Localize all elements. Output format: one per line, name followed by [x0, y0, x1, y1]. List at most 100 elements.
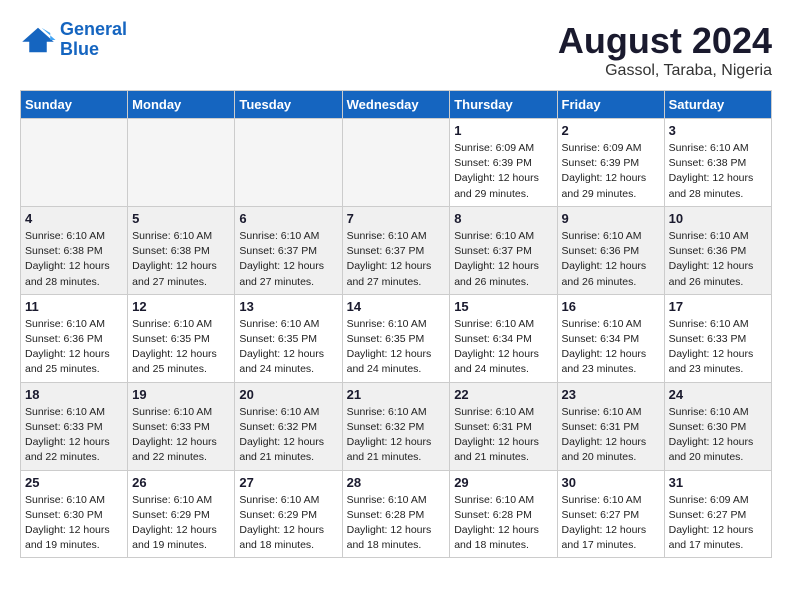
day-number: 2 — [562, 123, 660, 138]
calendar: SundayMondayTuesdayWednesdayThursdayFrid… — [20, 90, 772, 558]
calendar-cell — [21, 119, 128, 207]
day-number: 24 — [669, 387, 767, 402]
calendar-cell: 31 Sunrise: 6:09 AM Sunset: 6:27 PM Dayli… — [664, 470, 771, 558]
day-info: Sunrise: 6:10 AM Sunset: 6:30 PM Dayligh… — [25, 493, 123, 554]
day-number: 18 — [25, 387, 123, 402]
day-info: Sunrise: 6:10 AM Sunset: 6:38 PM Dayligh… — [132, 229, 230, 290]
day-info: Sunrise: 6:10 AM Sunset: 6:35 PM Dayligh… — [239, 317, 337, 378]
calendar-cell: 27Sunrise: 6:10 AM Sunset: 6:29 PM Dayli… — [235, 470, 342, 558]
day-number: 31 — [669, 475, 767, 490]
calendar-cell: 11Sunrise: 6:10 AM Sunset: 6:36 PM Dayli… — [21, 294, 128, 382]
day-info: Sunrise: 6:10 AM Sunset: 6:37 PM Dayligh… — [347, 229, 446, 290]
calendar-cell: 9Sunrise: 6:10 AM Sunset: 6:36 PM Daylig… — [557, 206, 664, 294]
calendar-cell: 22 Sunrise: 6:10 AM Sunset: 6:31 PM Dayli… — [450, 382, 557, 470]
day-info: Sunrise: 6:10 AM Sunset: 6:29 PM Dayligh… — [239, 493, 337, 554]
day-number: 29 — [454, 475, 552, 490]
month-year: August 2024 — [558, 20, 772, 62]
day-info: Sunrise: 6:10 AM Sunset: 6:28 PM Dayligh… — [454, 493, 552, 554]
day-info: Sunrise: 6:10 AM Sunset: 6:36 PM Dayligh… — [562, 229, 660, 290]
calendar-cell: 24 Sunrise: 6:10 AM Sunset: 6:30 PM Dayli… — [664, 382, 771, 470]
day-number: 11 — [25, 299, 123, 314]
day-number: 12 — [132, 299, 230, 314]
day-info: Sunrise: 6:10 AM Sunset: 6:28 PM Dayligh… — [347, 493, 446, 554]
day-number: 15 — [454, 299, 552, 314]
day-info: Sunrise: 6:10 AM Sunset: 6:34 PM Dayligh… — [454, 317, 552, 378]
weekday-header-saturday: Saturday — [664, 91, 771, 119]
calendar-cell: 26Sunrise: 6:10 AM Sunset: 6:29 PM Dayli… — [128, 470, 235, 558]
day-number: 16 — [562, 299, 660, 314]
day-number: 5 — [132, 211, 230, 226]
day-info: Sunrise: 6:10 AM Sunset: 6:30 PM Dayligh… — [669, 405, 767, 466]
day-number: 22 — [454, 387, 552, 402]
day-info: Sunrise: 6:10 AM Sunset: 6:38 PM Dayligh… — [669, 141, 767, 202]
day-info: Sunrise: 6:10 AM Sunset: 6:37 PM Dayligh… — [239, 229, 337, 290]
day-number: 1 — [454, 123, 552, 138]
day-info: Sunrise: 6:10 AM Sunset: 6:36 PM Dayligh… — [669, 229, 767, 290]
calendar-cell: 13Sunrise: 6:10 AM Sunset: 6:35 PM Dayli… — [235, 294, 342, 382]
day-number: 23 — [562, 387, 660, 402]
day-info: Sunrise: 6:10 AM Sunset: 6:33 PM Dayligh… — [132, 405, 230, 466]
day-number: 6 — [239, 211, 337, 226]
day-info: Sunrise: 6:10 AM Sunset: 6:32 PM Dayligh… — [347, 405, 446, 466]
week-row-2: 4Sunrise: 6:10 AM Sunset: 6:38 PM Daylig… — [21, 206, 772, 294]
calendar-cell: 1 Sunrise: 6:09 AM Sunset: 6:39 PM Daylig… — [450, 119, 557, 207]
logo: General Blue — [20, 20, 127, 60]
calendar-cell: 21 Sunrise: 6:10 AM Sunset: 6:32 PM Dayli… — [342, 382, 450, 470]
day-number: 14 — [347, 299, 446, 314]
calendar-cell: 7 Sunrise: 6:10 AM Sunset: 6:37 PM Daylig… — [342, 206, 450, 294]
logo-line1: General — [60, 19, 127, 39]
calendar-cell: 19 Sunrise: 6:10 AM Sunset: 6:33 PM Dayli… — [128, 382, 235, 470]
title-block: August 2024 Gassol, Taraba, Nigeria — [558, 20, 772, 80]
calendar-cell: 10 Sunrise: 6:10 AM Sunset: 6:36 PM Dayli… — [664, 206, 771, 294]
calendar-cell: 6 Sunrise: 6:10 AM Sunset: 6:37 PM Daylig… — [235, 206, 342, 294]
day-info: Sunrise: 6:10 AM Sunset: 6:35 PM Dayligh… — [347, 317, 446, 378]
weekday-header-thursday: Thursday — [450, 91, 557, 119]
calendar-cell: 4Sunrise: 6:10 AM Sunset: 6:38 PM Daylig… — [21, 206, 128, 294]
logo-line2: Blue — [60, 39, 99, 59]
day-info: Sunrise: 6:10 AM Sunset: 6:31 PM Dayligh… — [454, 405, 552, 466]
weekday-header-row: SundayMondayTuesdayWednesdayThursdayFrid… — [21, 91, 772, 119]
day-number: 7 — [347, 211, 446, 226]
calendar-cell: 8Sunrise: 6:10 AM Sunset: 6:37 PM Daylig… — [450, 206, 557, 294]
calendar-cell: 2 Sunrise: 6:09 AM Sunset: 6:39 PM Daylig… — [557, 119, 664, 207]
calendar-cell: 30 Sunrise: 6:10 AM Sunset: 6:27 PM Dayli… — [557, 470, 664, 558]
day-number: 26 — [132, 475, 230, 490]
logo-icon — [20, 26, 56, 54]
day-info: Sunrise: 6:10 AM Sunset: 6:37 PM Dayligh… — [454, 229, 552, 290]
page-header: General Blue August 2024 Gassol, Taraba,… — [20, 20, 772, 80]
day-info: Sunrise: 6:09 AM Sunset: 6:27 PM Dayligh… — [669, 493, 767, 554]
calendar-cell — [235, 119, 342, 207]
calendar-cell: 23 Sunrise: 6:10 AM Sunset: 6:31 PM Dayli… — [557, 382, 664, 470]
day-info: Sunrise: 6:10 AM Sunset: 6:34 PM Dayligh… — [562, 317, 660, 378]
day-info: Sunrise: 6:10 AM Sunset: 6:33 PM Dayligh… — [25, 405, 123, 466]
day-info: Sunrise: 6:10 AM Sunset: 6:35 PM Dayligh… — [132, 317, 230, 378]
calendar-cell: 29 Sunrise: 6:10 AM Sunset: 6:28 PM Dayli… — [450, 470, 557, 558]
calendar-cell — [342, 119, 450, 207]
day-info: Sunrise: 6:09 AM Sunset: 6:39 PM Dayligh… — [454, 141, 552, 202]
calendar-cell: 20Sunrise: 6:10 AM Sunset: 6:32 PM Dayli… — [235, 382, 342, 470]
calendar-cell: 5 Sunrise: 6:10 AM Sunset: 6:38 PM Daylig… — [128, 206, 235, 294]
week-row-3: 11Sunrise: 6:10 AM Sunset: 6:36 PM Dayli… — [21, 294, 772, 382]
day-number: 10 — [669, 211, 767, 226]
day-info: Sunrise: 6:10 AM Sunset: 6:31 PM Dayligh… — [562, 405, 660, 466]
weekday-header-monday: Monday — [128, 91, 235, 119]
calendar-cell: 18 Sunrise: 6:10 AM Sunset: 6:33 PM Dayli… — [21, 382, 128, 470]
day-number: 21 — [347, 387, 446, 402]
calendar-cell: 28 Sunrise: 6:10 AM Sunset: 6:28 PM Dayli… — [342, 470, 450, 558]
day-info: Sunrise: 6:09 AM Sunset: 6:39 PM Dayligh… — [562, 141, 660, 202]
day-number: 19 — [132, 387, 230, 402]
day-number: 30 — [562, 475, 660, 490]
calendar-cell: 3 Sunrise: 6:10 AM Sunset: 6:38 PM Daylig… — [664, 119, 771, 207]
day-number: 28 — [347, 475, 446, 490]
day-info: Sunrise: 6:10 AM Sunset: 6:32 PM Dayligh… — [239, 405, 337, 466]
calendar-cell: 12 Sunrise: 6:10 AM Sunset: 6:35 PM Dayli… — [128, 294, 235, 382]
calendar-cell: 16 Sunrise: 6:10 AM Sunset: 6:34 PM Dayli… — [557, 294, 664, 382]
calendar-cell: 15 Sunrise: 6:10 AM Sunset: 6:34 PM Dayli… — [450, 294, 557, 382]
week-row-4: 18 Sunrise: 6:10 AM Sunset: 6:33 PM Dayli… — [21, 382, 772, 470]
day-number: 25 — [25, 475, 123, 490]
weekday-header-sunday: Sunday — [21, 91, 128, 119]
day-info: Sunrise: 6:10 AM Sunset: 6:38 PM Dayligh… — [25, 229, 123, 290]
day-info: Sunrise: 6:10 AM Sunset: 6:27 PM Dayligh… — [562, 493, 660, 554]
day-number: 3 — [669, 123, 767, 138]
calendar-cell: 25 Sunrise: 6:10 AM Sunset: 6:30 PM Dayli… — [21, 470, 128, 558]
